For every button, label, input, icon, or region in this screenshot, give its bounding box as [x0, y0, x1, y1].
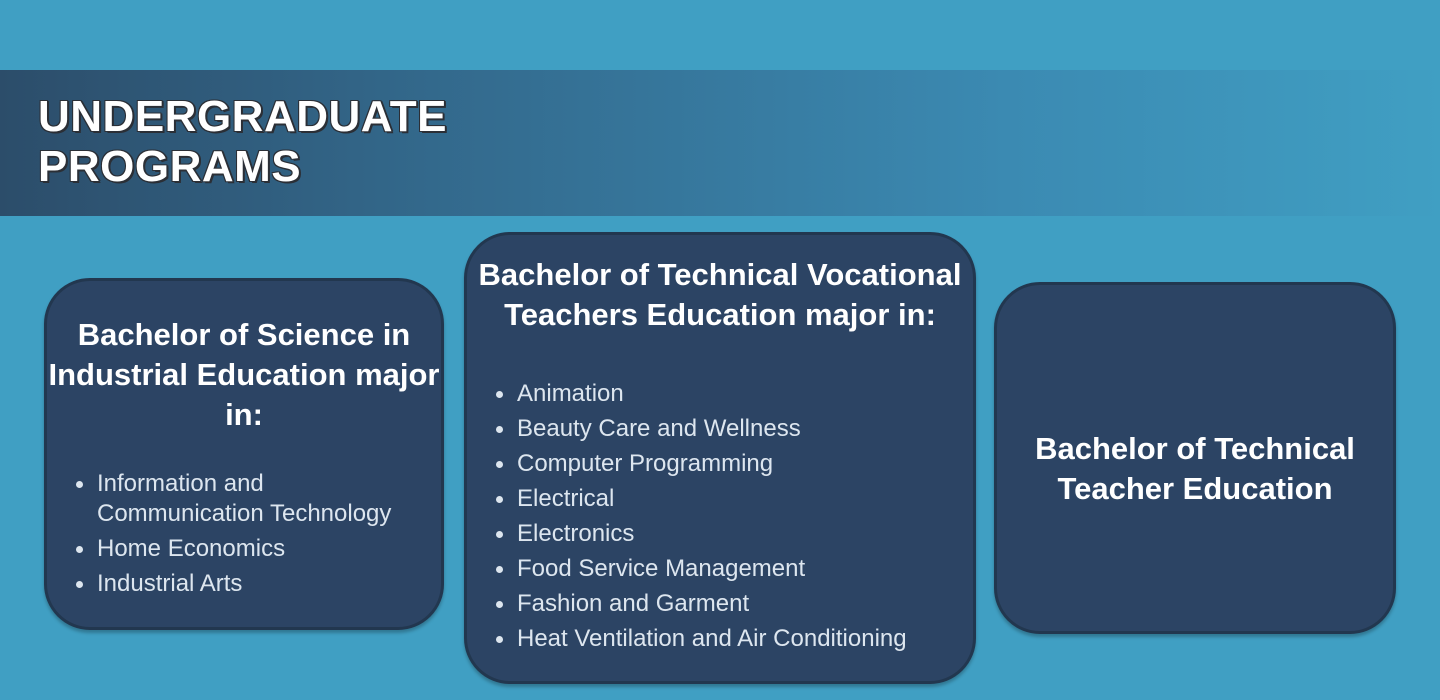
list-item: Computer Programming	[491, 449, 967, 479]
page-title-line-1: UNDERGRADUATE	[38, 92, 448, 141]
list-item: Information and Communication Technology	[71, 469, 431, 529]
program-card-bsie: Bachelor of Science in Industrial Educat…	[44, 278, 444, 630]
page-title-line-2: PROGRAMS	[38, 142, 302, 191]
list-item: Fashion and Garment	[491, 589, 967, 619]
page-title: UNDERGRADUATE PROGRAMS	[38, 92, 447, 192]
list-item: Heat Ventilation and Air Conditioning	[491, 624, 967, 654]
program-title: Bachelor of Science in Industrial Educat…	[48, 317, 440, 432]
list-item: Beauty Care and Wellness	[491, 414, 967, 444]
program-card-btte: Bachelor of Technical Teacher Education	[994, 282, 1396, 634]
majors-list: Information and Communication Technology…	[71, 469, 431, 604]
program-title: Bachelor of Technical Teacher Education	[1035, 431, 1355, 506]
list-item: Industrial Arts	[71, 569, 431, 599]
program-title: Bachelor of Technical Vocational Teacher…	[478, 257, 962, 332]
majors-list: Animation Beauty Care and Wellness Compu…	[491, 379, 967, 659]
list-item: Electronics	[491, 519, 967, 549]
list-item: Electrical	[491, 484, 967, 514]
list-item: Animation	[491, 379, 967, 409]
list-item: Food Service Management	[491, 554, 967, 584]
program-card-btvte: Bachelor of Technical Vocational Teacher…	[464, 232, 976, 684]
list-item: Home Economics	[71, 534, 431, 564]
